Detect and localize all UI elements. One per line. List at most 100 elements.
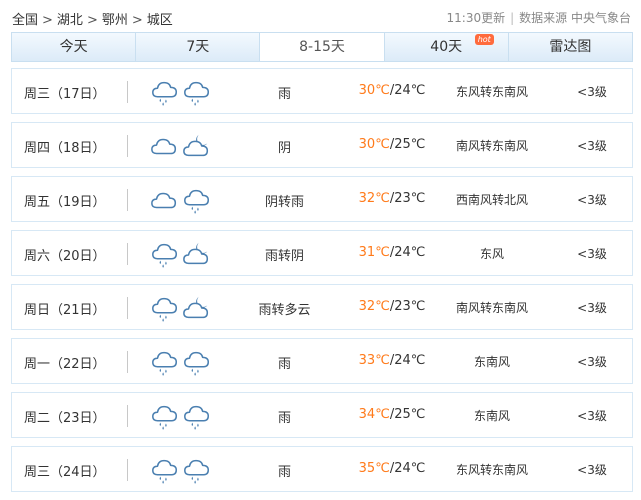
temp-low: /23℃ bbox=[389, 299, 426, 314]
partly-cloudy-night-icon bbox=[183, 134, 209, 157]
temp-high: 34℃ bbox=[358, 407, 390, 422]
weather-condition: 阴转雨 bbox=[264, 195, 304, 210]
cloudy-icon bbox=[151, 192, 177, 209]
row-divider bbox=[127, 351, 128, 373]
weather-condition: 雨转阴 bbox=[264, 249, 304, 264]
partly-cloudy-night-icon bbox=[183, 296, 209, 319]
row-divider bbox=[127, 459, 128, 481]
temp-low: /25℃ bbox=[389, 137, 426, 152]
wind-level: <3级 bbox=[577, 193, 607, 207]
row-divider bbox=[127, 81, 128, 103]
temperature-range: 34℃/25℃ bbox=[347, 407, 437, 422]
temperature-range: 35℃/24℃ bbox=[347, 461, 437, 476]
forecast-row: 周日（21日） 雨转多云 32℃/23℃ 南风转东南风 <3级 bbox=[11, 284, 633, 330]
row-divider bbox=[127, 189, 128, 211]
forecast-day: 周六（20日） bbox=[24, 249, 106, 264]
rain-icon bbox=[150, 347, 180, 377]
temp-low: /24℃ bbox=[389, 353, 426, 368]
temperature-range: 32℃/23℃ bbox=[347, 191, 437, 206]
weather-condition: 雨 bbox=[277, 465, 291, 480]
temperature-range: 32℃/23℃ bbox=[347, 299, 437, 314]
row-divider bbox=[127, 405, 128, 427]
breadcrumb-item-district: 城区 bbox=[146, 13, 173, 28]
wind-level: <3级 bbox=[577, 247, 607, 261]
tab-today[interactable]: 今天 bbox=[12, 33, 137, 61]
partly-cloudy-night-icon bbox=[183, 242, 209, 265]
wind-level: <3级 bbox=[577, 301, 607, 315]
breadcrumb-item-country[interactable]: 全国 bbox=[12, 13, 38, 28]
updated-time: 11:30更新 bbox=[446, 11, 506, 25]
breadcrumb-separator: > bbox=[86, 13, 98, 28]
forecast-row: 周五（19日） 阴转雨 32℃/23℃ 西南风转北风 <3级 bbox=[11, 176, 633, 222]
temp-low: /23℃ bbox=[389, 191, 426, 206]
wind-direction: 东风 bbox=[479, 247, 504, 261]
weather-condition: 雨 bbox=[277, 87, 291, 102]
breadcrumb-item-province[interactable]: 湖北 bbox=[57, 13, 83, 28]
forecast-row: 周四（18日） 阴 30℃/25℃ 南风转东南风 <3级 bbox=[11, 122, 633, 168]
breadcrumb-item-city[interactable]: 鄂州 bbox=[102, 13, 128, 28]
temp-high: 33℃ bbox=[358, 353, 390, 368]
row-divider bbox=[127, 243, 128, 265]
wind-level: <3级 bbox=[577, 139, 607, 153]
cloudy-icon bbox=[151, 138, 177, 155]
weather-condition: 雨 bbox=[277, 411, 291, 426]
wind-direction: 东风转东南风 bbox=[455, 85, 528, 99]
temp-high: 30℃ bbox=[358, 83, 390, 98]
rain-icon bbox=[150, 455, 180, 485]
rain-icon bbox=[150, 401, 180, 431]
temperature-range: 31℃/24℃ bbox=[347, 245, 437, 260]
forecast-row: 周三（24日） 雨 35℃/24℃ 东风转东南风 <3级 bbox=[11, 446, 633, 492]
update-meta: 11:30更新 | 数据来源 中央气象台 bbox=[446, 11, 631, 25]
rain-icon bbox=[150, 293, 180, 323]
data-source: 数据来源 中央气象台 bbox=[519, 11, 631, 25]
forecast-row: 周一（22日） 雨 33℃/24℃ 东南风 <3级 bbox=[11, 338, 633, 384]
forecast-day: 周三（17日） bbox=[24, 87, 106, 102]
temp-high: 32℃ bbox=[358, 299, 390, 314]
forecast-day: 周三（24日） bbox=[24, 465, 106, 480]
forecast-row: 周六（20日） 雨转阴 31℃/24℃ 东风 <3级 bbox=[11, 230, 633, 276]
forecast-tabs: 今天 7天 8-15天 40天 hot 雷达图 bbox=[11, 32, 633, 62]
tab-40-days-label: 40天 bbox=[430, 39, 463, 55]
top-bar: 全国 > 湖北 > 鄂州 > 城区 11:30更新 | 数据来源 中央气象台 bbox=[0, 0, 641, 32]
wind-level: <3级 bbox=[577, 355, 607, 369]
rain-icon bbox=[182, 347, 212, 377]
wind-direction: 东南风 bbox=[473, 355, 510, 369]
forecast-row: 周二（23日） 雨 34℃/25℃ 东南风 <3级 bbox=[11, 392, 633, 438]
temp-low: /24℃ bbox=[389, 83, 426, 98]
temperature-range: 33℃/24℃ bbox=[347, 353, 437, 368]
forecast-day: 周五（19日） bbox=[24, 195, 106, 210]
temp-high: 32℃ bbox=[358, 191, 390, 206]
temp-low: /24℃ bbox=[389, 245, 426, 260]
temp-high: 31℃ bbox=[358, 245, 390, 260]
rain-icon bbox=[182, 185, 212, 215]
hot-badge: hot bbox=[474, 34, 494, 45]
row-divider bbox=[127, 135, 128, 157]
wind-direction: 东风转东南风 bbox=[455, 463, 528, 477]
wind-direction: 东南风 bbox=[473, 409, 510, 423]
breadcrumb: 全国 > 湖北 > 鄂州 > 城区 bbox=[12, 9, 173, 28]
temp-high: 30℃ bbox=[358, 137, 390, 152]
weather-condition: 雨转多云 bbox=[258, 303, 311, 318]
wind-direction: 南风转东南风 bbox=[455, 301, 528, 315]
tab-40-days[interactable]: 40天 hot bbox=[384, 33, 509, 61]
forecast-day: 周四（18日） bbox=[24, 141, 106, 156]
weather-condition: 雨 bbox=[277, 357, 291, 372]
wind-level: <3级 bbox=[577, 463, 607, 477]
wind-level: <3级 bbox=[577, 85, 607, 99]
wind-direction: 南风转东南风 bbox=[455, 139, 528, 153]
wind-level: <3级 bbox=[577, 409, 607, 423]
rain-icon bbox=[182, 77, 212, 107]
tab-radar[interactable]: 雷达图 bbox=[508, 33, 633, 61]
breadcrumb-separator: > bbox=[131, 13, 143, 28]
temp-low: /24℃ bbox=[389, 461, 426, 476]
breadcrumb-separator: > bbox=[42, 13, 53, 28]
tab-7-days[interactable]: 7天 bbox=[136, 33, 261, 61]
forecast-day: 周日（21日） bbox=[24, 303, 106, 318]
rain-icon bbox=[182, 401, 212, 431]
forecast-day: 周一（22日） bbox=[24, 357, 106, 372]
tab-8-15-days[interactable]: 8-15天 bbox=[260, 33, 385, 61]
temperature-range: 30℃/25℃ bbox=[347, 137, 437, 152]
wind-direction: 西南风转北风 bbox=[455, 193, 528, 207]
rain-icon bbox=[182, 455, 212, 485]
rain-icon bbox=[150, 77, 180, 107]
